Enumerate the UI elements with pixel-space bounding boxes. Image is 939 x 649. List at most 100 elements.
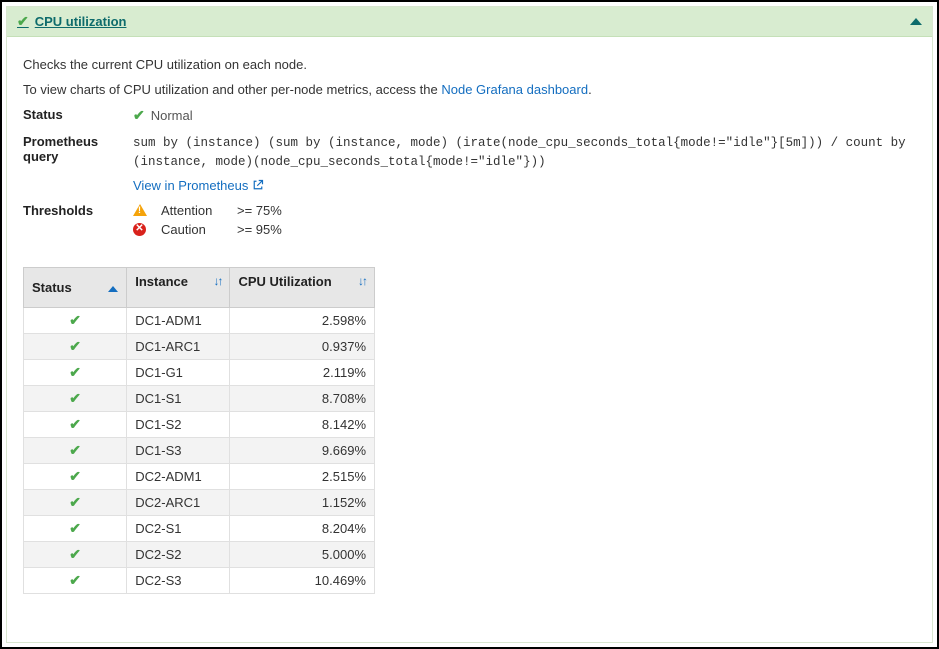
row-status: ✔ [24,437,127,463]
row-status: ✔ [24,541,127,567]
cpu-table: Status Instance ↓↑ CPU Utilization ↓↑ ✔ D… [23,267,375,594]
attention-icon: ! [133,204,147,216]
row-cpu: 2.598% [230,307,375,333]
row-cpu: 9.669% [230,437,375,463]
prometheus-query-value-wrap: sum by (instance) (sum by (instance, mod… [133,134,916,193]
check-icon: ✔ [69,390,81,406]
row-cpu: 5.000% [230,541,375,567]
check-icon: ✔ [69,520,81,536]
row-instance: DC1-S1 [127,385,230,411]
row-cpu: 0.937% [230,333,375,359]
row-cpu: 8.142% [230,411,375,437]
desc2-prefix: To view charts of CPU utilization and ot… [23,82,441,97]
row-cpu: 1.152% [230,489,375,515]
table-row: ✔ DC2-ADM12.515% [24,463,375,489]
row-instance: DC1-S3 [127,437,230,463]
caution-icon: ✕ [133,223,146,236]
external-link-icon [252,178,264,193]
check-icon: ✔ [17,13,29,30]
row-instance: DC2-ADM1 [127,463,230,489]
row-cpu: 8.708% [230,385,375,411]
row-instance: DC2-S2 [127,541,230,567]
attention-value: >= 75% [237,203,916,218]
row-status: ✔ [24,385,127,411]
sort-asc-icon [108,286,118,292]
table-row: ✔ DC1-S39.669% [24,437,375,463]
table-row: ✔ DC2-S310.469% [24,567,375,593]
col-header-status-label: Status [32,280,72,295]
panel-title[interactable]: ✔ CPU utilization [17,13,126,30]
table-row: ✔ DC2-ARC11.152% [24,489,375,515]
table-body: ✔ DC1-ADM12.598% ✔ DC1-ARC10.937% ✔ DC1-G12.1… [24,307,375,593]
prometheus-query-label: Prometheus query [23,134,133,164]
check-icon: ✔ [69,338,81,354]
row-status: ✔ [24,359,127,385]
col-header-cpu-label: CPU Utilization [238,274,331,289]
table-row: ✔ DC1-S18.708% [24,385,375,411]
node-grafana-link[interactable]: Node Grafana dashboard [441,82,588,97]
desc2-suffix: . [588,82,592,97]
view-in-prometheus-label: View in Prometheus [133,178,248,193]
cpu-utilization-panel: ✔ CPU utilization Checks the current CPU… [6,6,933,643]
table-row: ✔ DC1-ADM12.598% [24,307,375,333]
table-row: ✔ DC1-ARC10.937% [24,333,375,359]
row-instance: DC1-ADM1 [127,307,230,333]
row-status: ✔ [24,489,127,515]
row-status: ✔ [24,515,127,541]
view-in-prometheus-link[interactable]: View in Prometheus [133,178,264,193]
thresholds-grid: ! Attention >= 75% ✕ Caution >= 95% [133,203,916,237]
row-instance: DC1-G1 [127,359,230,385]
check-icon: ✔ [69,416,81,432]
check-icon: ✔ [69,572,81,588]
description-line-2: To view charts of CPU utilization and ot… [23,82,916,97]
row-status: ✔ [24,567,127,593]
row-instance: DC2-ARC1 [127,489,230,515]
col-header-instance[interactable]: Instance ↓↑ [127,267,230,307]
status-row: Status ✔ Normal [23,107,916,124]
thresholds-label: Thresholds [23,203,133,218]
check-icon: ✔ [69,468,81,484]
row-cpu: 10.469% [230,567,375,593]
panel-body: Checks the current CPU utilization on ea… [7,37,932,608]
row-cpu: 2.119% [230,359,375,385]
table-row: ✔ DC2-S25.000% [24,541,375,567]
row-status: ✔ [24,307,127,333]
row-instance: DC2-S1 [127,515,230,541]
caution-value: >= 95% [237,222,916,237]
status-value: Normal [151,108,193,123]
panel-title-text: CPU utilization [35,14,127,29]
col-header-instance-label: Instance [135,274,188,289]
status-label: Status [23,107,133,122]
panel-header[interactable]: ✔ CPU utilization [7,7,932,37]
attention-label: Attention [161,203,231,218]
caution-label: Caution [161,222,231,237]
row-instance: DC1-ARC1 [127,333,230,359]
table-row: ✔ DC1-G12.119% [24,359,375,385]
prometheus-query-code: sum by (instance) (sum by (instance, mod… [133,134,916,172]
row-instance: DC1-S2 [127,411,230,437]
row-status: ✔ [24,463,127,489]
check-icon: ✔ [133,107,145,124]
table-row: ✔ DC1-S28.142% [24,411,375,437]
check-icon: ✔ [69,442,81,458]
check-icon: ✔ [69,494,81,510]
check-icon: ✔ [69,364,81,380]
table-row: ✔ DC2-S18.204% [24,515,375,541]
description-line-1: Checks the current CPU utilization on ea… [23,57,916,72]
sort-icon: ↓↑ [358,274,366,288]
sort-icon: ↓↑ [213,274,221,288]
row-cpu: 2.515% [230,463,375,489]
table-header-row: Status Instance ↓↑ CPU Utilization ↓↑ [24,267,375,307]
col-header-status[interactable]: Status [24,267,127,307]
check-icon: ✔ [69,312,81,328]
row-status: ✔ [24,411,127,437]
prometheus-query-row: Prometheus query sum by (instance) (sum … [23,134,916,193]
row-cpu: 8.204% [230,515,375,541]
status-value-wrap: ✔ Normal [133,107,916,124]
collapse-icon[interactable] [910,18,922,25]
check-icon: ✔ [69,546,81,562]
row-status: ✔ [24,333,127,359]
thresholds-row: Thresholds ! Attention >= 75% ✕ Caution … [23,203,916,237]
row-instance: DC2-S3 [127,567,230,593]
col-header-cpu[interactable]: CPU Utilization ↓↑ [230,267,375,307]
